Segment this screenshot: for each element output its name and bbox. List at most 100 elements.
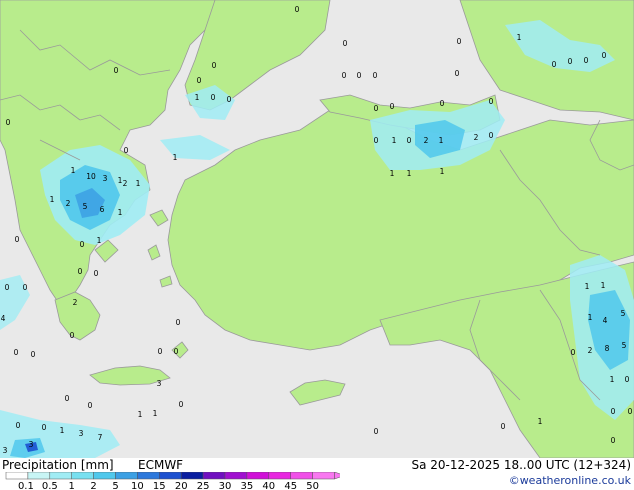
precip-value-label: 2 <box>66 199 71 208</box>
precip-value-label: 1 <box>588 313 593 322</box>
precip-value-label: 0 <box>197 76 202 85</box>
precip-value-label: 1 <box>97 236 102 245</box>
precip-value-label: 1 <box>195 93 200 102</box>
precip-value-label: 0 <box>625 375 630 384</box>
precip-value-label: 0 <box>343 39 348 48</box>
precip-value-label: 1 <box>60 426 65 435</box>
precip-value-label: 0 <box>114 66 119 75</box>
scale-label: 20 <box>175 481 188 490</box>
precip-value-label: 0 <box>78 267 83 276</box>
precip-value-label: 8 <box>605 344 610 353</box>
precip-value-label: 0 <box>16 421 21 430</box>
precip-value-label: 1 <box>439 136 444 145</box>
precip-value-label: 0 <box>174 347 179 356</box>
precip-value-label: 0 <box>14 348 19 357</box>
scale-swatch <box>246 472 270 480</box>
precip-value-label: 6 <box>100 205 105 214</box>
precipitation-map: 0 1 0 0 0 0 0 0 0 0 0 0 0 0 0 1 0 0 0 0 0 0 0 0 1 0 2 1 2 0 0 1 1 10 3 1 2 1 1… <box>0 0 634 459</box>
scale-swatch <box>137 472 160 480</box>
scale-swatch <box>27 472 51 480</box>
precip-value-label: 0 <box>501 422 506 431</box>
precip-value-label: 0 <box>94 269 99 278</box>
scale-label: 10 <box>131 481 144 490</box>
precip-value-label: 0 <box>440 99 445 108</box>
precip-value-label: 0 <box>342 71 347 80</box>
precip-value-label: 1 <box>517 33 522 42</box>
precip-value-label: 1 <box>136 179 141 188</box>
scale-label: 50 <box>306 481 319 490</box>
precip-value-label: 1 <box>440 167 445 176</box>
scale-swatch <box>202 472 226 480</box>
precip-value-label: 0 <box>70 331 75 340</box>
precip-value-label: 0 <box>80 240 85 249</box>
precip-value-label: 0 <box>489 131 494 140</box>
precip-value-label: 0 <box>628 407 633 416</box>
precip-value-label: 2 <box>474 133 479 142</box>
precip-value-label: 0 <box>373 71 378 80</box>
precip-value-label: 2 <box>588 346 593 355</box>
precip-value-label: 2 <box>123 179 128 188</box>
precip-value-label: 0 <box>374 427 379 436</box>
precip-value-label: 5 <box>83 202 88 211</box>
scale-swatch <box>49 472 72 480</box>
scale-label: 2 <box>90 481 96 490</box>
precip-value-label: 1 <box>173 153 178 162</box>
color-scale: 0.1 0.5 1 2 5 10 15 20 25 30 35 40 45 50 <box>5 472 340 490</box>
precip-value-label: 5 <box>621 309 626 318</box>
precip-value-label: 0 <box>65 394 70 403</box>
scale-label: 5 <box>112 481 118 490</box>
precip-value-label: 1 <box>50 195 55 204</box>
precip-value-label: 1 <box>601 281 606 290</box>
precip-value-label: 1 <box>153 409 158 418</box>
precip-value-label: 1 <box>138 410 143 419</box>
scale-swatch <box>159 472 182 480</box>
scale-arrow <box>334 472 340 480</box>
scale-label: 1 <box>69 481 75 490</box>
scale-swatch <box>180 472 204 480</box>
precip-value-label: 3 <box>103 174 108 183</box>
precip-value-label: 0 <box>584 56 589 65</box>
precip-value-label: 0 <box>31 350 36 359</box>
precip-value-label: 0 <box>42 423 47 432</box>
precip-value-label: 1 <box>585 282 590 291</box>
scale-label: 45 <box>284 481 297 490</box>
precip-value-label: 1 <box>392 136 397 145</box>
precip-value-label: 2 <box>424 136 429 145</box>
scale-swatch <box>312 472 335 480</box>
scale-swatch <box>268 472 291 480</box>
precip-value-label: 5 <box>622 341 627 350</box>
precip-value-label: 0 <box>602 51 607 60</box>
precip-value-label: 10 <box>86 172 96 181</box>
scale-swatch <box>115 472 138 480</box>
precip-value-label: 0 <box>611 436 616 445</box>
precip-value-label: 1 <box>610 375 615 384</box>
precip-value-label: 0 <box>489 97 494 106</box>
precip-value-label: 0 <box>5 283 10 292</box>
precip-value-label: 0 <box>176 318 181 327</box>
scale-swatch <box>71 472 94 480</box>
precip-value-label: 0 <box>568 57 573 66</box>
precip-value-label: 0 <box>6 118 11 127</box>
precip-value-label: 0 <box>212 61 217 70</box>
precip-value-label: 4 <box>1 314 6 323</box>
scale-label: 15 <box>153 481 166 490</box>
precip-value-label: 0 <box>407 136 412 145</box>
precip-value-label: 0 <box>227 95 232 104</box>
precip-value-label: 1 <box>118 208 123 217</box>
precip-value-label: 0 <box>124 146 129 155</box>
scale-label: 0.5 <box>42 481 58 490</box>
precip-value-label: 4 <box>603 316 608 325</box>
precip-value-label: 0 <box>158 347 163 356</box>
product-title: Precipitation [mm] <box>2 458 114 472</box>
legend-bar: Precipitation [mm] ECMWF Sa 20-12-2025 1… <box>0 458 634 490</box>
precip-value-label: 0 <box>23 283 28 292</box>
precip-value-label: 0 <box>457 37 462 46</box>
precip-value-label: 3 <box>157 379 162 388</box>
credit-link[interactable]: ©weatheronline.co.uk <box>509 474 631 487</box>
precip-value-label: 0 <box>390 102 395 111</box>
precip-value-label: 0 <box>455 69 460 78</box>
valid-time: Sa 20-12-2025 18..00 UTC (12+324) <box>411 458 631 472</box>
precip-value-label: 3 <box>79 429 84 438</box>
precip-value-label: 0 <box>179 400 184 409</box>
scale-swatch <box>93 472 116 480</box>
